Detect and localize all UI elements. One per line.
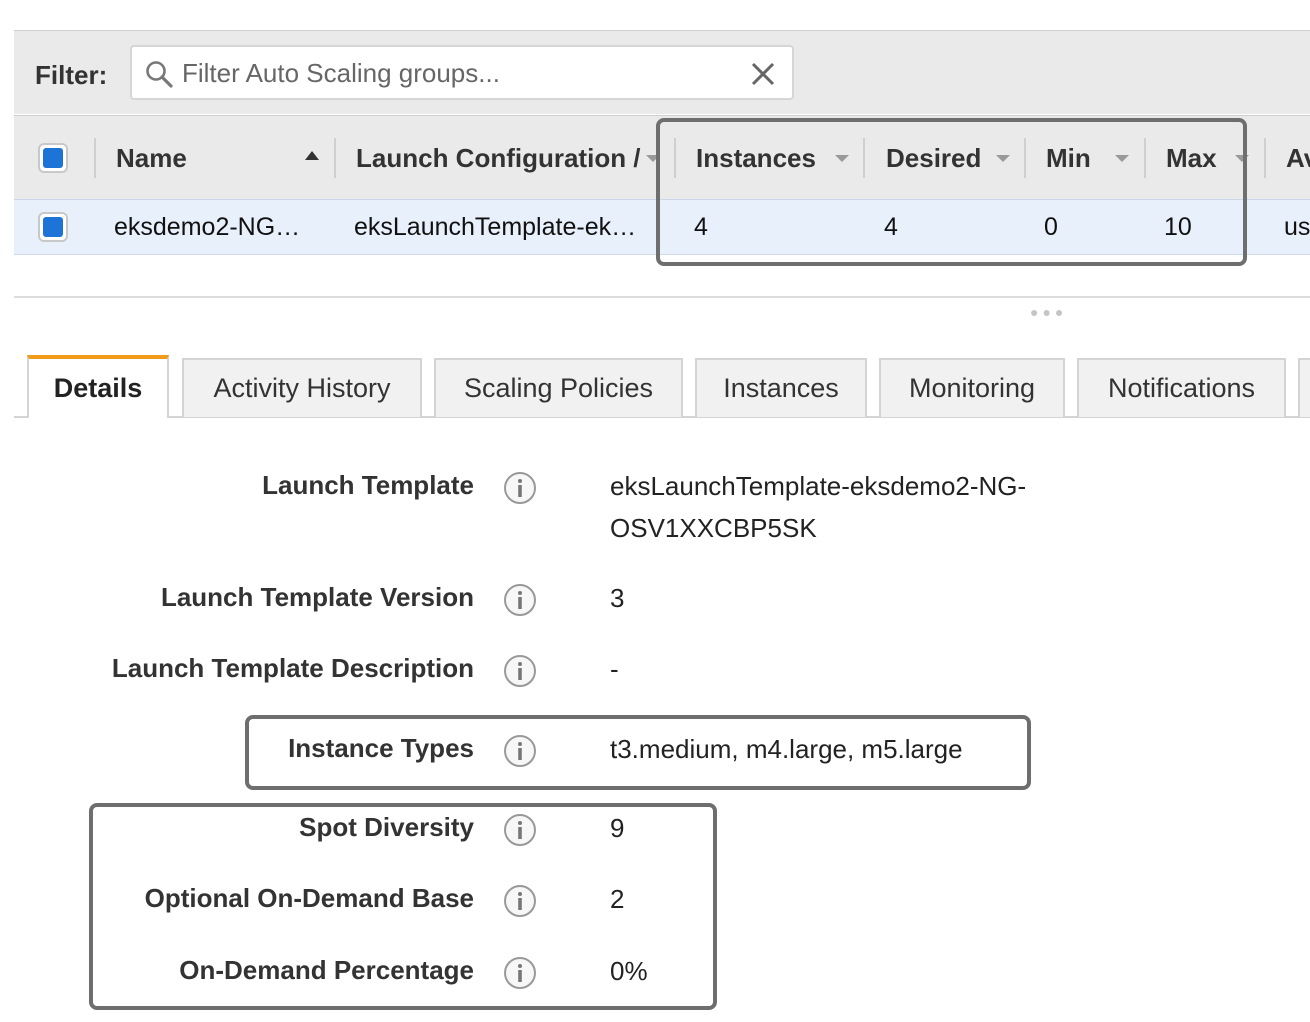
info-icon[interactable] [503,471,537,505]
row-checkbox[interactable] [38,212,68,242]
detail-value-launch-template-description: - [610,654,619,684]
cell-instances: 4 [694,213,708,241]
detail-label-launch-template-description: Launch Template Description [111,653,474,683]
table-header: Name Launch Configuration / Instances De… [14,115,1310,199]
detail-label-on-demand-percentage: On-Demand Percentage [179,955,474,985]
detail-value-instance-types: t3.medium, m4.large, m5.large [610,734,963,764]
column-header-desired[interactable]: Desired [886,143,981,174]
select-all-checkbox[interactable] [38,143,68,173]
tab-overflow[interactable] [1298,358,1310,417]
cell-availability-zones: us [1284,213,1310,241]
detail-value-on-demand-percentage: 0% [610,956,648,986]
chevron-down-icon[interactable] [996,155,1010,162]
info-icon[interactable] [503,654,537,688]
filter-bar: Filter: [14,30,1310,114]
filter-search-box[interactable] [130,45,794,100]
column-header-name[interactable]: Name [116,143,187,174]
column-header-launch-configuration[interactable]: Launch Configuration / [356,143,642,174]
tab-notifications[interactable]: Notifications [1077,358,1286,417]
cell-desired: 4 [884,213,898,241]
tab-instances[interactable]: Instances [695,358,867,417]
chevron-down-icon[interactable] [1235,155,1249,162]
column-divider [94,138,96,178]
chevron-down-icon[interactable] [835,155,849,162]
column-divider[interactable] [863,138,865,178]
detail-label-spot-diversity: Spot Diversity [299,812,474,842]
cell-max: 10 [1164,213,1192,241]
column-divider[interactable] [334,138,336,178]
info-icon[interactable] [503,813,537,847]
column-header-max[interactable]: Max [1166,143,1217,174]
column-divider[interactable] [1024,138,1026,178]
chevron-down-icon[interactable] [646,155,660,162]
cell-launch-configuration[interactable]: eksLaunchTemplate-ek… [354,213,654,242]
info-icon[interactable] [503,583,537,617]
column-divider[interactable] [1144,138,1146,178]
table-row[interactable]: eksdemo2-NG… eksLaunchTemplate-ek… 4 4 0… [14,199,1310,255]
sort-ascending-icon[interactable] [305,151,319,160]
tab-monitoring[interactable]: Monitoring [879,358,1065,417]
close-icon[interactable] [748,59,778,89]
filter-label: Filter: [35,60,108,90]
detail-label-on-demand-base: Optional On-Demand Base [144,883,474,913]
column-divider[interactable] [1264,138,1266,178]
pane-divider[interactable] [14,296,1310,298]
detail-value-launch-template-version: 3 [610,583,625,613]
search-icon [146,61,173,88]
detail-label-launch-template: Launch Template [262,470,474,500]
search-input[interactable] [182,55,742,91]
resize-handle-icon[interactable]: ●●● [1030,304,1067,320]
tab-scaling-policies[interactable]: Scaling Policies [434,358,683,417]
cell-min: 0 [1044,213,1058,241]
info-icon[interactable] [503,956,537,990]
tab-activity-history[interactable]: Activity History [182,358,422,417]
detail-value-launch-template: eksLaunchTemplate-eksdemo2-NG- OSV1XXCBP… [610,471,1027,543]
detail-value-on-demand-base: 2 [610,884,625,914]
tab-details[interactable]: Details [27,355,169,418]
info-icon[interactable] [503,734,537,768]
chevron-down-icon[interactable] [1115,155,1129,162]
column-header-availability-zones[interactable]: Av [1286,143,1310,174]
info-icon[interactable] [503,884,537,918]
column-header-min[interactable]: Min [1046,143,1091,174]
detail-label-instance-types: Instance Types [288,733,474,763]
detail-label-launch-template-version: Launch Template Version [160,582,474,612]
detail-value-spot-diversity: 9 [610,813,625,843]
column-header-instances[interactable]: Instances [696,143,816,174]
column-divider[interactable] [674,138,676,178]
cell-name[interactable]: eksdemo2-NG… [114,213,314,242]
